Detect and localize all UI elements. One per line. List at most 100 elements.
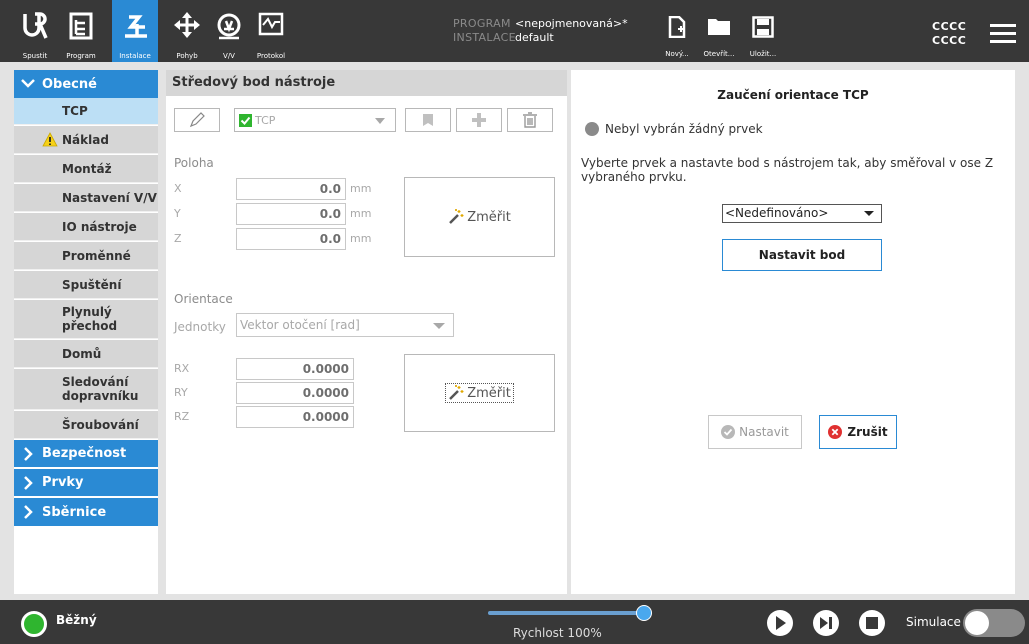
program-key: PROGRAM — [453, 17, 511, 30]
new-file-icon — [668, 16, 686, 38]
top-bar: Spustit Program Instalace Pohyb V/V Prot… — [0, 0, 1029, 62]
instructions: Vyberte prvek a nastavte bod s nástrojem… — [581, 156, 994, 184]
hamburger-menu-icon[interactable] — [990, 24, 1016, 44]
position-label: Poloha — [174, 156, 214, 170]
axis-ry-label: RY — [174, 386, 188, 399]
nav-category-features[interactable]: Prvky — [14, 469, 158, 497]
unit-label: mm — [350, 182, 372, 195]
orientation-ry-field[interactable]: 0.0000 — [236, 382, 354, 404]
nav-item-payload[interactable]: Náklad — [14, 126, 158, 154]
measure-orientation-label: Změřit — [467, 385, 511, 401]
magic-wand-icon — [449, 209, 464, 224]
pencil-icon — [189, 112, 205, 128]
nav-item-smooth-transition[interactable]: Plynulý přechod — [14, 300, 158, 339]
nav-item-label: Nastavení V/V — [62, 190, 157, 205]
step-icon — [820, 617, 832, 629]
measure-orientation-button[interactable]: Změřit — [404, 354, 555, 432]
speed-label: Rychlost 100% — [513, 626, 602, 640]
simulation-label: Simulace — [906, 615, 961, 629]
new-button[interactable]: Nový... — [656, 0, 698, 62]
rename-button[interactable] — [174, 108, 220, 132]
units-label: Jednotky — [174, 320, 226, 334]
nav-item-io-setup[interactable]: Nastavení V/V — [14, 184, 158, 212]
move-tab[interactable]: Pohyb — [166, 0, 208, 62]
nav-category-fieldbus-label: Sběrnice — [42, 504, 107, 520]
program-tab[interactable]: Program — [60, 0, 102, 62]
robot-id-line2: CCCC — [932, 34, 967, 47]
add-tcp-button[interactable] — [456, 108, 502, 132]
nav-category-fieldbus[interactable]: Sběrnice — [14, 498, 158, 526]
save-button[interactable]: Uložit... — [742, 0, 784, 62]
run-tab-label: Spustit — [22, 52, 48, 60]
orientation-rx-field[interactable]: 0.0000 — [236, 358, 354, 380]
units-select[interactable]: Vektor otočení [rad] — [236, 313, 454, 337]
speed-slider-handle[interactable] — [636, 605, 652, 621]
nav-item-label: Náklad — [62, 132, 109, 147]
log-icon — [258, 12, 284, 36]
nav-category-general[interactable]: Obecné — [14, 70, 158, 98]
nav-item-home[interactable]: Domů — [14, 340, 158, 368]
panel-title: Středový bod nástroje — [166, 70, 567, 96]
delete-tcp-button[interactable] — [507, 108, 553, 132]
tcp-select[interactable]: TCP — [234, 108, 396, 132]
position-z-field[interactable]: 0.0 — [236, 228, 346, 250]
axis-rz-label: RZ — [174, 410, 190, 423]
unit-label: mm — [350, 207, 372, 220]
feature-select[interactable]: <Nedefinováno> — [722, 204, 882, 223]
cancel-button-label: Zrušit — [847, 425, 888, 439]
io-tab[interactable]: V/V — [208, 0, 250, 62]
play-button[interactable] — [767, 610, 793, 636]
teach-orientation-panel: Zaučení orientace TCP Nebyl vybrán žádný… — [571, 70, 1015, 594]
simulation-toggle-knob — [965, 611, 989, 635]
set-default-button[interactable] — [405, 108, 451, 132]
nav-item-screwdriving[interactable]: Šroubování — [14, 411, 158, 439]
set-button[interactable]: Nastavit — [708, 415, 802, 449]
robot-status-label: Běžný — [56, 613, 97, 627]
check-circle-icon — [721, 425, 736, 439]
measure-position-label: Změřit — [467, 209, 511, 225]
feature-select-value: <Nedefinováno> — [725, 206, 829, 220]
nav-category-safety-label: Bezpečnost — [42, 446, 127, 461]
measure-position-button[interactable]: Změřit — [404, 177, 555, 257]
robot-id-line1: CCCC — [932, 20, 967, 33]
nav-item-conveyor-tracking[interactable]: Sledování dopravníku — [14, 369, 158, 410]
nav-item-label: Montáž — [62, 161, 112, 176]
move-tab-label: Pohyb — [176, 52, 198, 60]
nav-item-startup[interactable]: Spuštění — [14, 271, 158, 299]
installation-tab[interactable]: Instalace — [112, 0, 158, 62]
simulation-toggle[interactable] — [963, 609, 1025, 637]
program-icon — [69, 12, 93, 40]
open-label: Otevřít... — [703, 50, 735, 58]
speed-slider[interactable] — [488, 605, 652, 621]
move-icon — [174, 12, 200, 38]
step-button[interactable] — [813, 610, 839, 636]
nav-item-variables[interactable]: Proměnné — [14, 242, 158, 270]
stop-button[interactable] — [859, 610, 885, 636]
set-button-label: Nastavit — [739, 425, 789, 439]
nav-item-tool-io[interactable]: IO nástroje — [14, 213, 158, 241]
nav-item-tcp[interactable]: TCP — [14, 98, 158, 125]
set-point-button[interactable]: Nastavit bod — [722, 239, 882, 271]
save-icon — [752, 16, 774, 38]
feature-status: Nebyl vybrán žádný prvek — [585, 122, 763, 136]
installation-name: default — [515, 31, 554, 44]
open-button[interactable]: Otevřít... — [698, 0, 740, 62]
position-x-field[interactable]: 0.0 — [236, 178, 346, 200]
nav-category-safety[interactable]: Bezpečnost — [14, 440, 158, 468]
orientation-rz-field[interactable]: 0.0000 — [236, 406, 354, 428]
save-label: Uložit... — [749, 50, 777, 58]
io-icon — [217, 13, 241, 40]
installation-key: INSTALACE — [453, 31, 516, 44]
nav-item-mounting[interactable]: Montáž — [14, 155, 158, 183]
position-y-field[interactable]: 0.0 — [236, 203, 346, 225]
tcp-select-value: TCP — [255, 113, 276, 127]
status-dot-icon — [585, 122, 599, 136]
chevron-down-icon — [20, 79, 36, 89]
chevron-right-icon — [20, 475, 36, 490]
run-tab[interactable]: Spustit — [14, 0, 56, 62]
cancel-button[interactable]: Zrušit — [819, 415, 897, 449]
robot-status-icon[interactable] — [21, 611, 47, 637]
chevron-down-icon — [375, 118, 385, 124]
log-tab[interactable]: Protokol — [250, 0, 292, 62]
chevron-down-icon — [864, 211, 874, 216]
